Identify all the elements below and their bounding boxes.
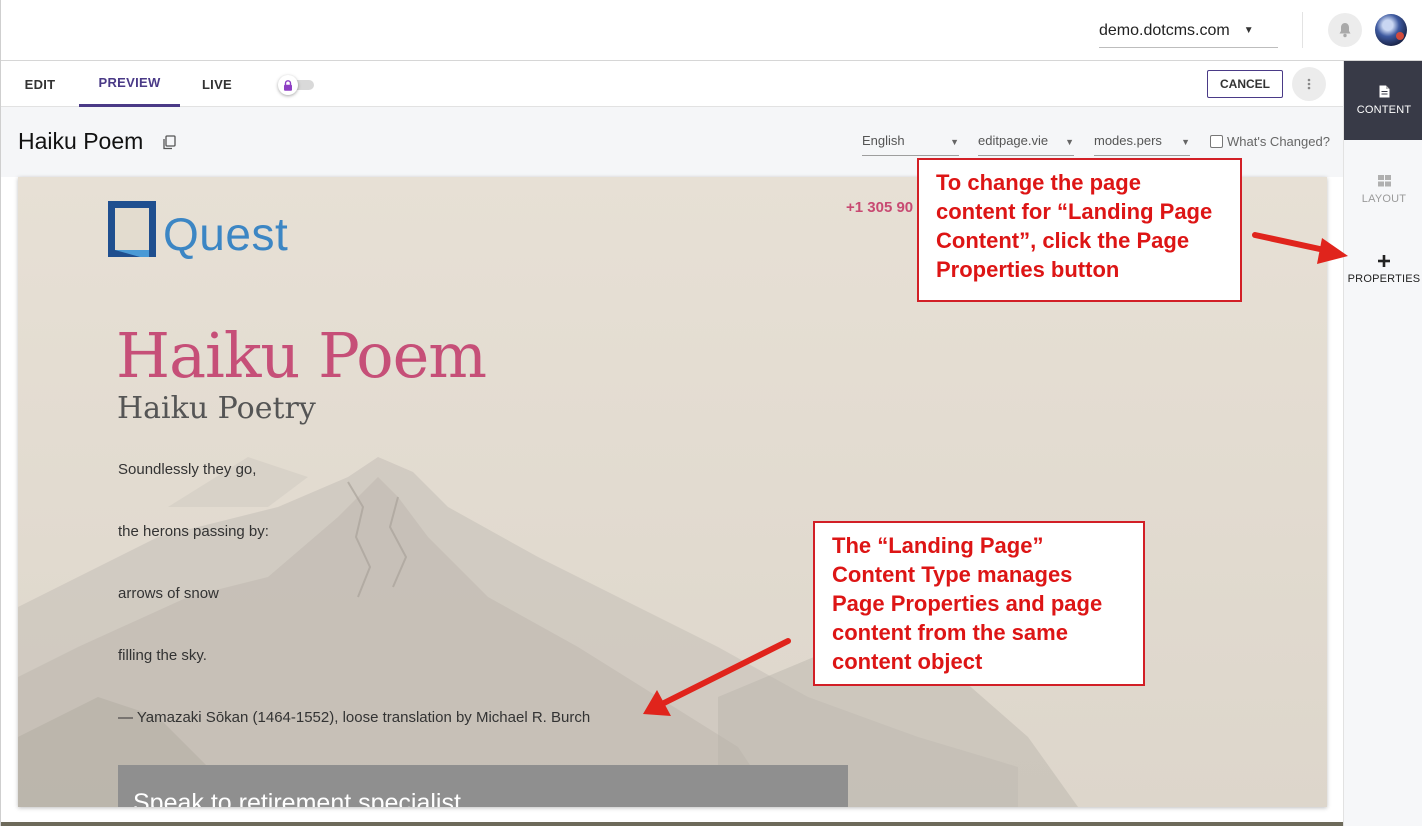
cta-text: Speak to retirement specialist xyxy=(133,789,461,807)
sidebar-item-content[interactable]: CONTENT xyxy=(1344,61,1422,140)
tab-preview[interactable]: PREVIEW xyxy=(79,61,180,107)
divider xyxy=(1302,12,1303,48)
sidebar-item-label: CONTENT xyxy=(1356,104,1412,116)
caret-down-icon: ▼ xyxy=(1243,25,1254,36)
user-avatar[interactable] xyxy=(1375,14,1407,46)
language-value: English xyxy=(862,133,905,148)
page-title: Haiku Poem xyxy=(18,128,144,154)
persona-value: modes.pers xyxy=(1094,133,1162,148)
poem-line: filling the sky. xyxy=(118,647,207,664)
poem-line: the herons passing by: xyxy=(118,523,269,540)
whats-changed-label: What's Changed? xyxy=(1227,134,1330,149)
right-sidebar: CONTENT LAYOUT PROPERTIES xyxy=(1343,61,1422,826)
caret-down-icon: ▼ xyxy=(950,137,959,147)
vertical-dots-icon[interactable] xyxy=(1292,67,1326,101)
sidebar-item-properties[interactable]: PROPERTIES xyxy=(1344,230,1422,309)
whats-changed-checkbox[interactable]: What's Changed? xyxy=(1210,134,1330,149)
device-select[interactable]: editpage.vie ▼ xyxy=(978,126,1074,156)
site-selector[interactable]: demo.dotcms.com ▼ xyxy=(1099,14,1278,48)
annotation-callout-content-type: The “Landing Page” Content Type manages … xyxy=(813,521,1145,686)
tab-edit[interactable]: EDIT xyxy=(1,61,79,107)
annotation-callout-properties: To change the page content for “Landing … xyxy=(917,158,1242,302)
language-select[interactable]: English ▼ xyxy=(862,126,959,156)
lock-icon xyxy=(278,75,298,95)
persona-select[interactable]: modes.pers ▼ xyxy=(1094,126,1190,156)
bell-icon[interactable] xyxy=(1328,13,1362,47)
checkbox-box[interactable] xyxy=(1210,135,1223,148)
cta-banner[interactable]: Speak to retirement specialist xyxy=(118,765,848,807)
caret-down-icon: ▼ xyxy=(1181,137,1190,147)
poem-line: arrows of snow xyxy=(118,585,219,602)
caret-down-icon: ▼ xyxy=(1065,137,1074,147)
copy-icon[interactable] xyxy=(162,135,176,150)
lock-toggle[interactable] xyxy=(278,75,316,95)
top-bar: demo.dotcms.com ▼ xyxy=(1,0,1422,61)
sidebar-item-layout[interactable]: LAYOUT xyxy=(1344,150,1422,229)
mode-tabs-bar: EDIT PREVIEW LIVE xyxy=(1,61,1343,107)
poem-line: Soundlessly they go, xyxy=(118,461,257,478)
grid-icon xyxy=(1377,174,1391,186)
hero-title: Haiku Poem xyxy=(116,319,487,392)
plus-icon xyxy=(1378,254,1390,267)
document-icon xyxy=(1379,85,1389,98)
phone-number[interactable]: +1 305 90 xyxy=(846,199,913,216)
bottom-strip xyxy=(1,822,1343,826)
site-name: demo.dotcms.com xyxy=(1099,21,1230,39)
poem-attribution: — Yamazaki Sōkan (1464-1552), loose tran… xyxy=(118,709,591,726)
sidebar-item-label: LAYOUT xyxy=(1361,192,1407,205)
logo-text: Quest xyxy=(163,208,289,260)
tab-live[interactable]: LIVE xyxy=(182,61,252,107)
sidebar-item-label: PROPERTIES xyxy=(1347,272,1421,285)
cancel-button[interactable]: CANCEL xyxy=(1207,70,1283,98)
dotcms-edit-page-app: demo.dotcms.com ▼ EDIT PREVIEW LIVE CANC… xyxy=(0,0,1422,826)
hero-subtitle: Haiku Poetry xyxy=(117,391,316,426)
device-value: editpage.vie xyxy=(978,133,1049,148)
